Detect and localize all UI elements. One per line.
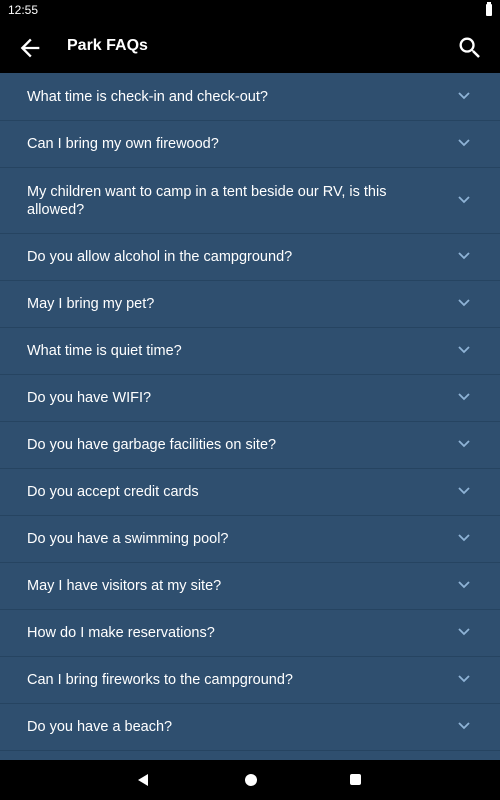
page-title: Park FAQs (67, 37, 148, 54)
faq-question: What time is check-in and check-out? (27, 88, 268, 105)
faq-item-pool[interactable]: Do you have a swimming pool? (0, 516, 500, 563)
faq-item-visitors[interactable]: May I have visitors at my site? (0, 563, 500, 610)
faq-item-credit-cards[interactable]: Do you accept credit cards (0, 469, 500, 516)
status-time: 12:55 (8, 3, 39, 17)
app-bar: Park FAQs (0, 22, 500, 73)
system-nav-bar (0, 760, 500, 800)
search-icon (459, 37, 480, 58)
square-recents-icon[interactable] (350, 774, 361, 785)
faq-question: Do you have a swimming pool? (27, 531, 229, 547)
faq-question: May I have visitors at my site? (27, 578, 222, 594)
chevron-down-icon (458, 195, 470, 203)
chevron-down-icon (458, 299, 470, 307)
chevron-down-icon (458, 628, 470, 636)
faq-question: Can I bring fireworks to the campground? (27, 672, 293, 688)
faq-list: What time is check-in and check-out? Can… (0, 73, 500, 761)
chevron-down-icon (458, 139, 470, 147)
faq-item-firewood[interactable]: Can I bring my own firewood? (0, 121, 500, 168)
faq-question: Do you have a beach? (27, 719, 173, 735)
chevron-down-icon (458, 91, 470, 99)
chevron-down-icon (458, 722, 470, 730)
faq-item-beach[interactable]: Do you have a beach? (0, 704, 500, 751)
back-button[interactable] (16, 34, 44, 62)
chevron-down-icon (458, 440, 470, 448)
chevron-down-icon (458, 675, 470, 683)
battery-icon (486, 2, 492, 16)
faq-item-check-in[interactable]: What time is check-in and check-out? (0, 73, 500, 121)
faq-question: Do you have WIFI? (27, 390, 152, 406)
faq-item-garbage[interactable]: Do you have garbage facilities on site? (0, 422, 500, 469)
chevron-down-icon (458, 346, 470, 354)
faq-item-reservations[interactable]: How do I make reservations? (0, 610, 500, 657)
search-button[interactable] (456, 34, 484, 62)
circle-home-icon[interactable] (245, 774, 257, 786)
faq-question: My children want to camp in a tent besid… (27, 183, 387, 218)
chevron-down-icon (458, 252, 470, 260)
chevron-down-icon (458, 487, 470, 495)
faq-item-pet[interactable]: May I bring my pet? (0, 281, 500, 328)
faq-item-tent[interactable]: My children want to camp in a tent besid… (0, 168, 500, 234)
faq-question: Do you accept credit cards (27, 484, 199, 500)
faq-question: How do I make reservations? (27, 625, 215, 641)
chevron-down-icon (458, 534, 470, 542)
triangle-back-icon[interactable] (137, 773, 149, 787)
faq-question: Do you have garbage facilities on site? (27, 437, 277, 453)
faq-question: May I bring my pet? (27, 296, 155, 312)
chevron-down-icon (458, 581, 470, 589)
arrow-left-icon (20, 38, 40, 58)
faq-item-alcohol[interactable]: Do you allow alcohol in the campground? (0, 234, 500, 281)
chevron-down-icon (458, 393, 470, 401)
faq-item-wifi[interactable]: Do you have WIFI? (0, 375, 500, 422)
faq-question: Can I bring my own firewood? (27, 136, 219, 152)
faq-item-fireworks[interactable]: Can I bring fireworks to the campground? (0, 657, 500, 704)
faq-question: Do you allow alcohol in the campground? (27, 249, 293, 265)
faq-question: What time is quiet time? (27, 343, 182, 359)
status-bar: 12:55 (0, 0, 500, 22)
faq-item-quiet-time[interactable]: What time is quiet time? (0, 328, 500, 375)
